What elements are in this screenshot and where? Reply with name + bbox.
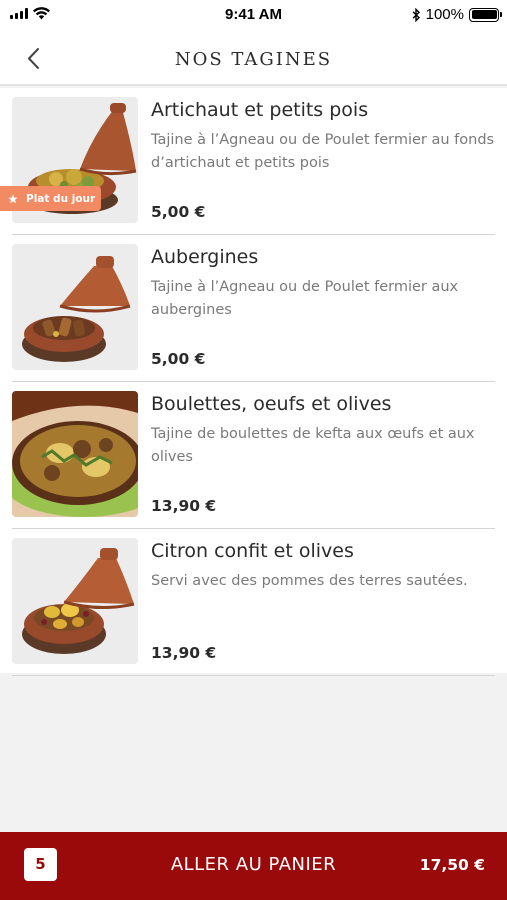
nav-header: NOS TAGINES — [0, 32, 507, 86]
dish-description: Tajine à l’Agneau ou de Poulet fermier a… — [151, 132, 495, 171]
plat-du-jour-badge: Plat du jour — [0, 186, 101, 211]
battery-icon — [469, 7, 502, 22]
dish-description: Tajine à l’Agneau ou de Poulet fermier a… — [151, 279, 459, 318]
bluetooth-icon — [412, 7, 420, 22]
dish-price: 13,90 € — [151, 644, 217, 662]
list-item-citron[interactable]: Citron confit et olives Servi avec des p… — [0, 529, 507, 676]
dish-photo — [12, 244, 138, 370]
status-right: 100% — [412, 6, 502, 23]
battery-percent: 100% — [425, 6, 464, 23]
dish-photo — [12, 391, 138, 517]
star-icon — [8, 194, 18, 203]
dish-list: Artichaut et petits pois Tajine à l’Agne… — [0, 88, 507, 676]
divider — [12, 675, 495, 676]
list-item-boulettes[interactable]: Boulettes, oeufs et olives Tajine de bou… — [0, 382, 507, 529]
dish-name: Aubergines — [151, 246, 259, 268]
dish-price: 5,00 € — [151, 350, 206, 368]
dish-description: Tajine de boulettes de kefta aux œufs et… — [151, 426, 475, 465]
dish-name: Artichaut et petits pois — [151, 99, 369, 121]
badge-label: Plat du jour — [26, 192, 96, 205]
cart-total: 17,50 € — [419, 856, 485, 874]
dish-name: Citron confit et olives — [151, 540, 354, 562]
dish-name: Boulettes, oeufs et olives — [151, 393, 392, 415]
list-item-aubergines[interactable]: Aubergines Tajine à l’Agneau ou de Poule… — [0, 235, 507, 382]
dish-price: 13,90 € — [151, 497, 217, 515]
dish-description: Servi avec des pommes des terres sautées… — [151, 573, 468, 589]
list-item-artichaut[interactable]: Artichaut et petits pois Tajine à l’Agne… — [0, 88, 507, 235]
dish-price: 5,00 € — [151, 203, 206, 221]
status-bar: 9:41 AM 100% — [0, 0, 507, 32]
page-title: NOS TAGINES — [174, 49, 333, 70]
dish-photo — [12, 538, 138, 664]
go-to-cart-button[interactable]: 5 ALLER AU PANIER 17,50 € — [0, 832, 507, 900]
